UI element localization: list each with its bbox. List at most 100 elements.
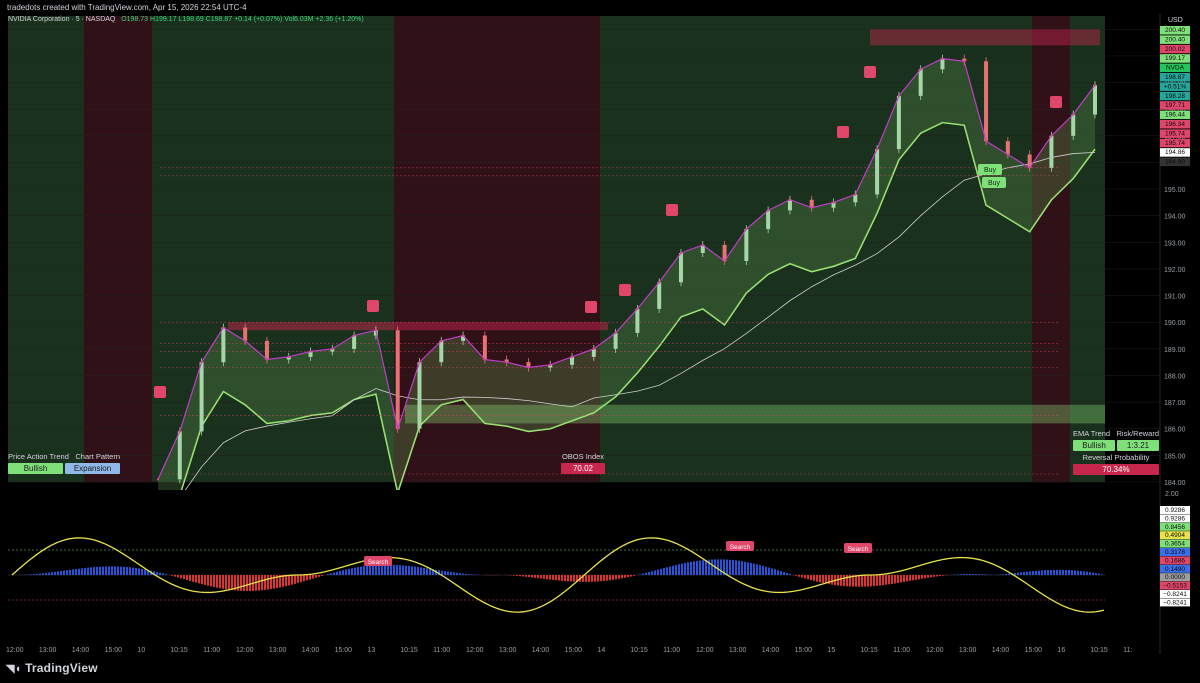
osc-histogram-bar bbox=[120, 566, 122, 575]
price-point bbox=[440, 339, 443, 343]
osc-histogram-bar bbox=[696, 560, 698, 575]
osc-histogram-bar bbox=[843, 575, 845, 587]
buy-signal-1[interactable]: Buy bbox=[978, 164, 1002, 175]
osc-histogram-bar bbox=[702, 560, 704, 575]
osc-histogram-bar bbox=[645, 572, 647, 575]
symbol-header: NVIDIA Corporation · 5 · NASDAQ O198.73 … bbox=[8, 16, 364, 23]
price-tick-label: 195.00 bbox=[1164, 187, 1186, 194]
osc-histogram-bar bbox=[756, 564, 758, 575]
time-tick-label: 15:00 bbox=[565, 647, 583, 654]
osc-histogram-bar bbox=[534, 575, 536, 578]
osc-histogram-bar bbox=[306, 575, 308, 581]
buy-signal-2[interactable]: Buy bbox=[982, 177, 1006, 188]
price-point bbox=[331, 347, 334, 351]
candle-body bbox=[199, 362, 204, 432]
osc-histogram-bar bbox=[972, 574, 974, 575]
candle-body bbox=[657, 282, 662, 309]
osc-histogram-bar bbox=[372, 565, 374, 575]
osc-histogram-bar bbox=[135, 567, 137, 575]
time-tick-label: 14:00 bbox=[532, 647, 550, 654]
time-tick-label: 11:00 bbox=[433, 647, 450, 654]
osc-histogram-bar bbox=[531, 575, 533, 578]
osc-histogram-bar bbox=[807, 575, 809, 580]
price-tick-label: 185.00 bbox=[1164, 453, 1186, 460]
osc-histogram-bar bbox=[780, 571, 782, 575]
osc-histogram-bar bbox=[189, 575, 191, 581]
search-signal-1-text: Search bbox=[368, 559, 389, 566]
osc-histogram-bar bbox=[873, 575, 875, 587]
osc-histogram-bar bbox=[969, 574, 971, 575]
osc-histogram-bar bbox=[999, 574, 1001, 575]
time-tick-label: 13:00 bbox=[39, 647, 57, 654]
time-tick-label: 11: bbox=[1123, 647, 1132, 654]
osc-histogram-bar bbox=[912, 575, 914, 581]
osc-tag-text: −0.5153 bbox=[1163, 583, 1187, 590]
price-tick-label: 194.00 bbox=[1164, 214, 1186, 221]
osc-histogram-bar bbox=[672, 565, 674, 575]
osc-histogram-bar bbox=[396, 564, 398, 575]
price-point bbox=[614, 331, 617, 335]
candle-body bbox=[744, 229, 749, 261]
osc-histogram-bar bbox=[162, 573, 164, 575]
osc-histogram-bar bbox=[471, 574, 473, 575]
osc-histogram-bar bbox=[123, 566, 125, 575]
candle-body bbox=[875, 149, 880, 195]
osc-histogram-bar bbox=[318, 575, 320, 577]
osc-histogram-bar bbox=[561, 575, 563, 581]
time-tick-label: 14:00 bbox=[302, 647, 320, 654]
buy-signal-1-text: Buy bbox=[984, 167, 997, 174]
osc-histogram-bar bbox=[765, 566, 767, 575]
osc-histogram-bar bbox=[684, 562, 686, 575]
obos-table: OBOS Index 70.02 bbox=[561, 452, 605, 474]
osc-histogram-bar bbox=[1017, 572, 1019, 575]
osc-histogram-bar bbox=[450, 571, 452, 575]
osc-tag-text: 0.9286 bbox=[1165, 507, 1185, 514]
price-chart[interactable]: BuyBuy SearchSearchSearch USD201.00200.0… bbox=[0, 14, 1200, 683]
osc-histogram-bar bbox=[219, 575, 221, 589]
osc-histogram-bar bbox=[225, 575, 227, 590]
chart-pattern-label: Chart Pattern bbox=[75, 452, 120, 461]
osc-histogram-bar bbox=[159, 572, 161, 575]
osc-histogram-bar bbox=[879, 575, 881, 586]
osc-histogram-bar bbox=[633, 575, 635, 576]
osc-histogram-bar bbox=[102, 566, 104, 575]
osc-histogram-bar bbox=[87, 567, 89, 575]
price-tag-text: 196.34 bbox=[1165, 121, 1185, 128]
price-tag-text: 194.86 bbox=[1165, 149, 1185, 156]
time-tick-label: 13:00 bbox=[729, 647, 747, 654]
osc-histogram-bar bbox=[1077, 570, 1079, 575]
time-tick-label: 10:15 bbox=[860, 647, 878, 654]
osc-histogram-bar bbox=[804, 575, 806, 579]
tradingview-logo[interactable]: ◥◖ TradingView bbox=[6, 661, 98, 675]
osc-histogram-bar bbox=[963, 574, 965, 575]
ema-trend-table: EMA Trend Risk/Reward Bullish 1:3.21 Rev… bbox=[1073, 429, 1159, 475]
osc-histogram-bar bbox=[1056, 569, 1058, 575]
osc-histogram-bar bbox=[141, 568, 143, 575]
osc-histogram-bar bbox=[249, 575, 251, 591]
osc-histogram-bar bbox=[687, 562, 689, 575]
osc-histogram-bar bbox=[891, 575, 893, 584]
price-point bbox=[418, 360, 421, 364]
osc-histogram-bar bbox=[1053, 569, 1055, 575]
time-tick-label: 12:00 bbox=[236, 647, 254, 654]
osc-histogram-bar bbox=[591, 575, 593, 582]
candle-body bbox=[417, 362, 422, 429]
candle-body bbox=[352, 335, 357, 349]
osc-histogram-bar bbox=[666, 567, 668, 575]
osc-histogram-bar bbox=[96, 566, 98, 575]
osc-histogram-bar bbox=[864, 575, 866, 587]
osc-histogram-bar bbox=[861, 575, 863, 587]
search-signal-2-text: Search bbox=[730, 544, 751, 551]
osc-histogram-bar bbox=[621, 575, 623, 579]
osc-histogram-bar bbox=[1038, 570, 1040, 575]
sell-signal-marker bbox=[837, 126, 849, 138]
osc-histogram-bar bbox=[84, 567, 86, 575]
osc-histogram-bar bbox=[597, 575, 599, 582]
osc-histogram-bar bbox=[882, 575, 884, 586]
osc-histogram-bar bbox=[192, 575, 194, 582]
osc-histogram-bar bbox=[786, 573, 788, 575]
price-tick-label: 192.00 bbox=[1164, 267, 1186, 274]
ema-trend-value: Bullish bbox=[1073, 440, 1115, 451]
price-tick-label: 190.00 bbox=[1164, 320, 1186, 327]
osc-histogram-bar bbox=[294, 575, 296, 584]
